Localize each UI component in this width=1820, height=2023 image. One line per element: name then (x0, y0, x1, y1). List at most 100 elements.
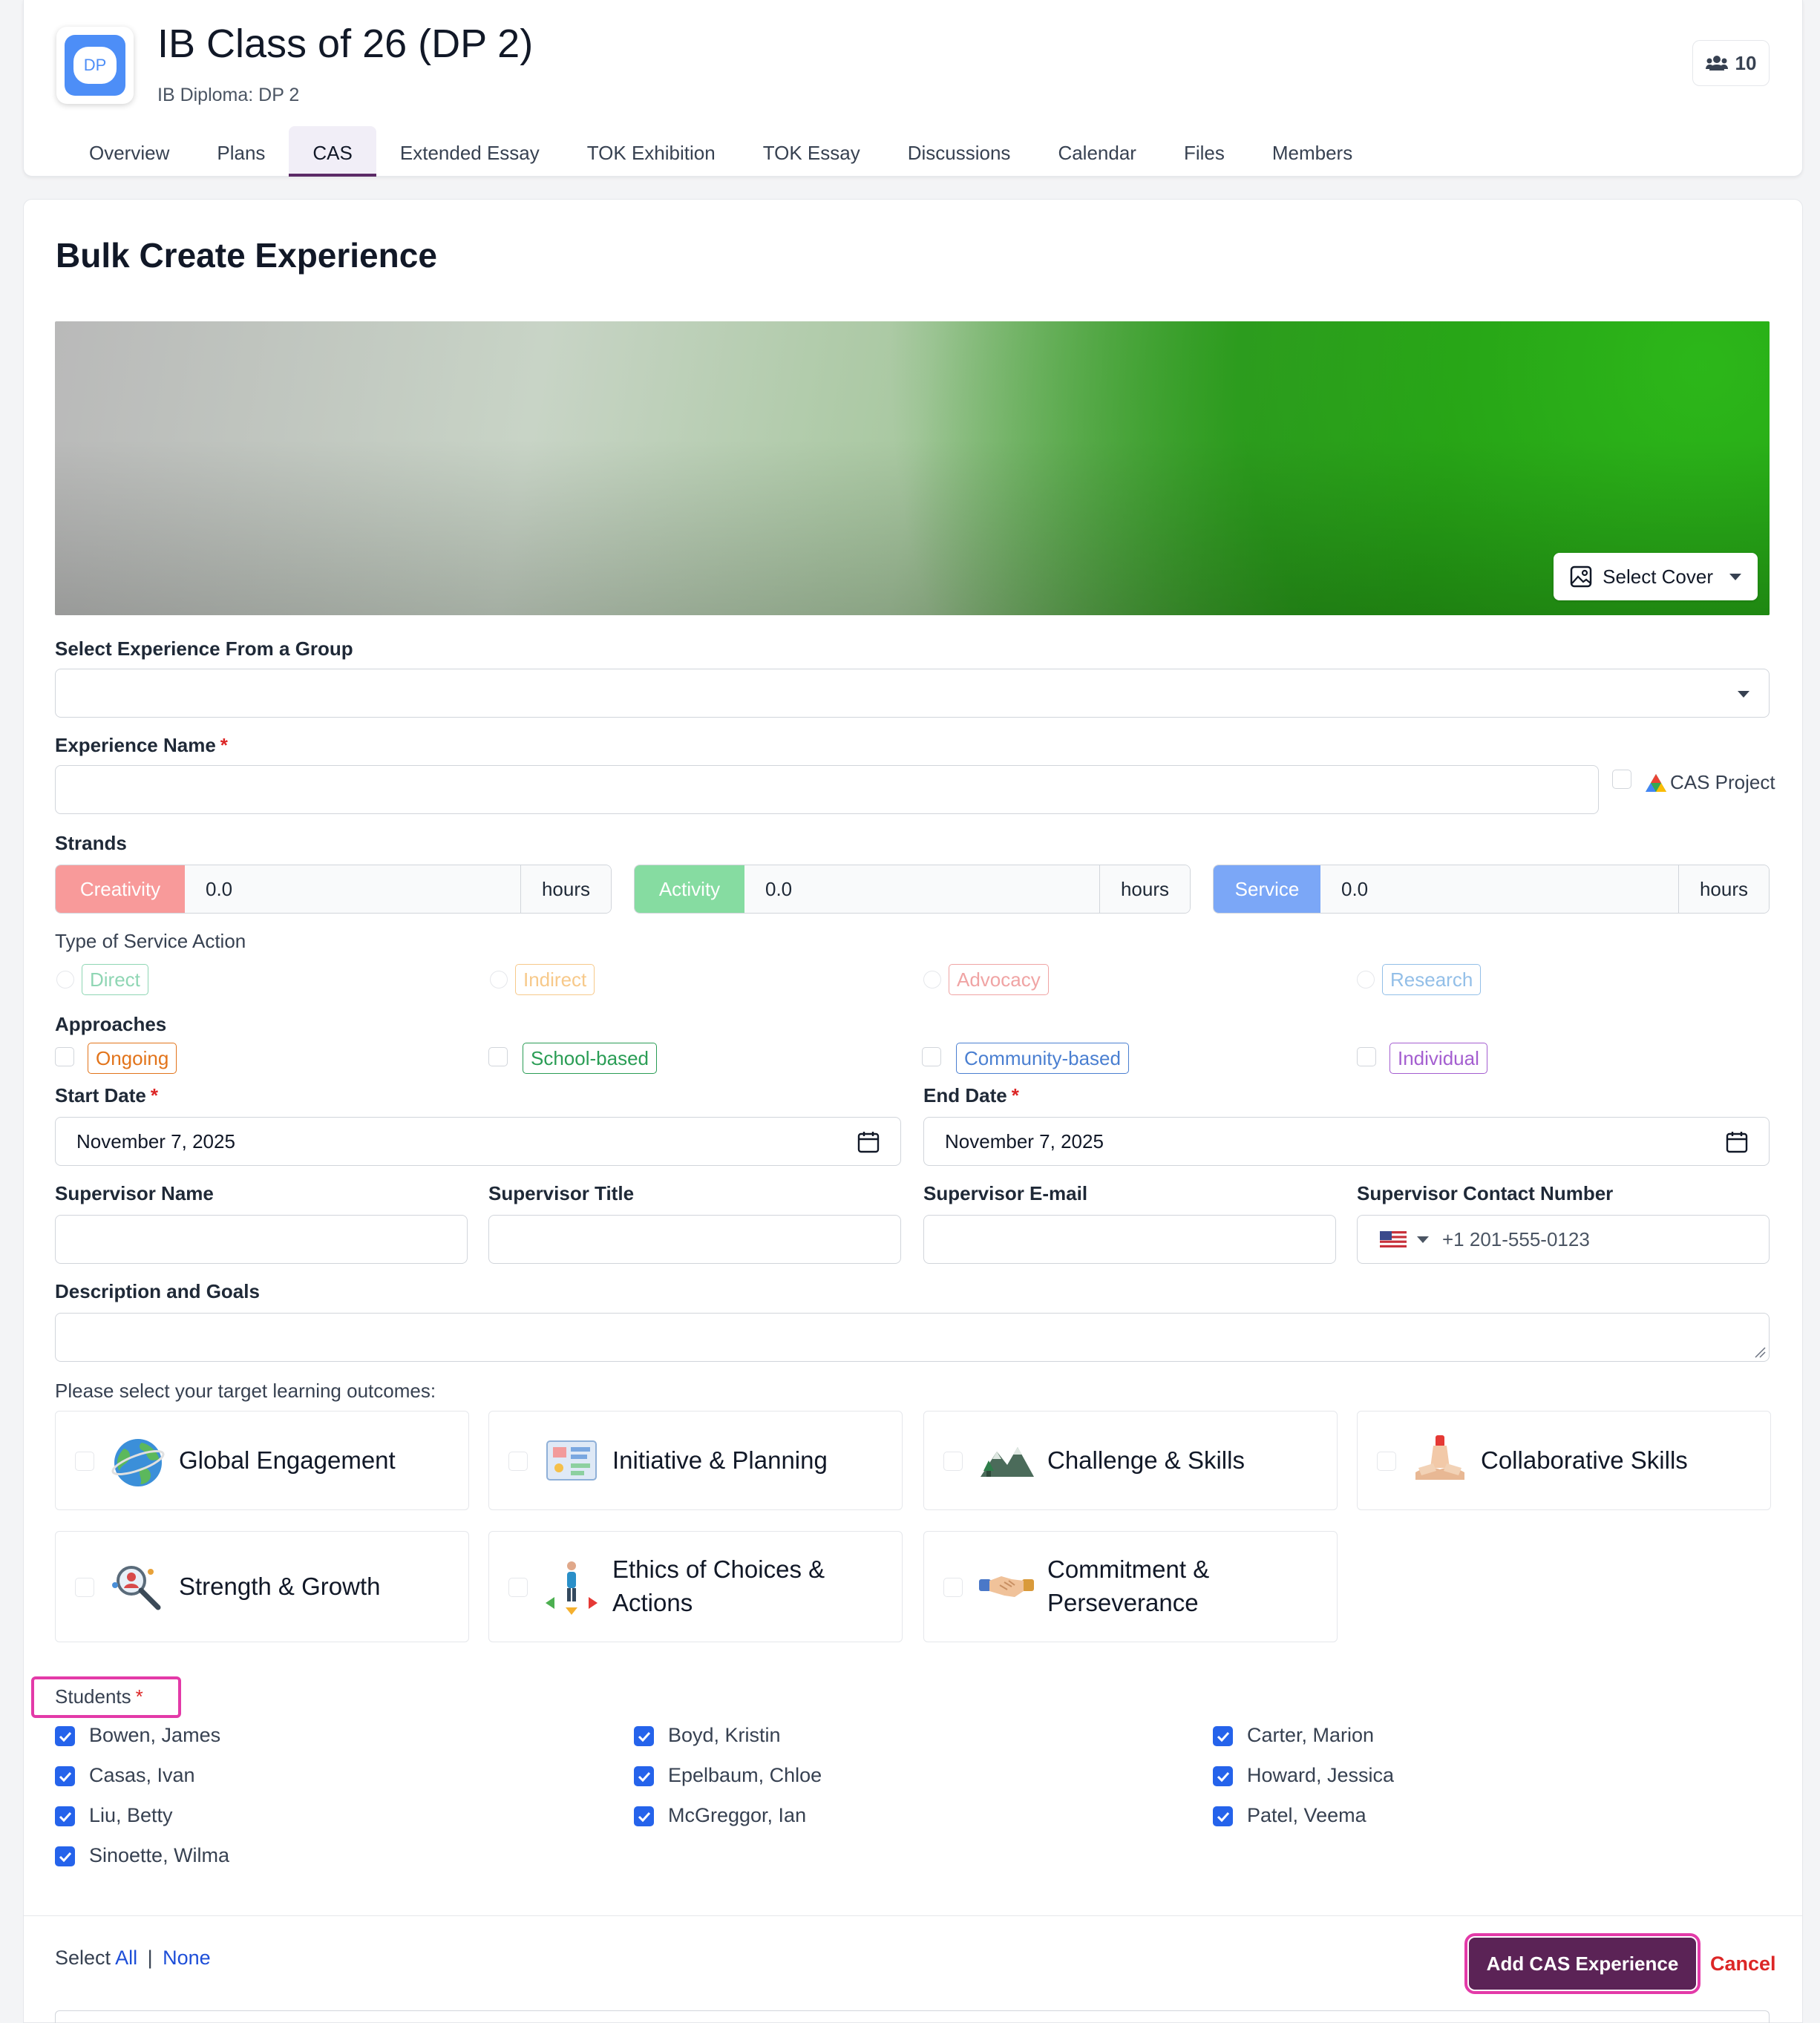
service-hours-value: 0.0 (1341, 877, 1369, 900)
student-checkbox[interactable] (634, 1766, 654, 1786)
bulk-create-form: Bulk Create Experience Select Cover Sele… (23, 199, 1803, 2023)
select-cover-button[interactable]: Select Cover (1554, 553, 1758, 600)
tab-calendar[interactable]: Calendar (1034, 126, 1160, 177)
outcome-strength-growth[interactable]: Strength & Growth (55, 1531, 469, 1642)
activity-hours-input[interactable]: 0.0 (744, 865, 1099, 913)
student-name: Carter, Marion (1247, 1724, 1375, 1746)
planning-board-icon (546, 1440, 597, 1481)
select-none-link[interactable]: None (163, 1947, 211, 1969)
students-label: Students * (55, 1685, 143, 1708)
experience-name-label: Experience Name * (55, 734, 228, 757)
outcome-checkbox[interactable] (1377, 1452, 1396, 1471)
start-date-input[interactable]: November 7, 2025 (55, 1117, 901, 1166)
service-research-radio[interactable] (1357, 971, 1375, 988)
group-select-label: Select Experience From a Group (55, 637, 353, 660)
student-checkbox[interactable] (634, 1726, 654, 1746)
us-flag-icon[interactable] (1380, 1231, 1407, 1247)
outcome-collaborative-skills[interactable]: Collaborative Skills (1357, 1411, 1771, 1510)
class-title: IB Class of 26 (DP 2) (157, 22, 534, 66)
service-advocacy-radio[interactable] (923, 971, 941, 988)
student-checkbox[interactable] (55, 1726, 75, 1746)
start-date-label: Start Date * (55, 1084, 158, 1107)
handshake-icon (979, 1576, 1034, 1597)
service-indirect-radio[interactable] (490, 971, 508, 988)
outcome-checkbox[interactable] (75, 1452, 94, 1471)
select-cover-label: Select Cover (1603, 565, 1713, 588)
student-checkbox[interactable] (55, 1846, 75, 1866)
outcome-ethics-choices[interactable]: Ethics of Choices & Actions (488, 1531, 903, 1642)
student-checkbox[interactable] (1213, 1726, 1233, 1746)
outcomes-label: Please select your target learning outco… (55, 1380, 436, 1402)
approach-community-based-label: Community-based (956, 1043, 1129, 1074)
chevron-down-icon[interactable] (1417, 1236, 1429, 1243)
supervisor-email-input[interactable] (923, 1215, 1336, 1264)
approach-school-based-label: School-based (523, 1043, 657, 1074)
outcome-challenge-skills[interactable]: Challenge & Skills (923, 1411, 1338, 1510)
select-all-link[interactable]: All (115, 1947, 137, 1969)
class-subtitle: IB Diploma: DP 2 (157, 85, 300, 105)
tab-files[interactable]: Files (1160, 126, 1248, 177)
tab-tok-essay[interactable]: TOK Essay (739, 126, 884, 177)
approach-individual-checkbox[interactable] (1357, 1047, 1376, 1066)
group-select[interactable] (55, 669, 1770, 718)
end-date-input[interactable]: November 7, 2025 (923, 1117, 1770, 1166)
next-section-edge (55, 2010, 1770, 2023)
approach-school-based-checkbox[interactable] (488, 1047, 508, 1066)
calendar-icon[interactable] (857, 1131, 880, 1153)
service-direct-radio[interactable] (56, 971, 74, 988)
student-checkbox[interactable] (55, 1806, 75, 1826)
approach-ongoing-checkbox[interactable] (55, 1047, 74, 1066)
student-checkbox[interactable] (1213, 1806, 1233, 1826)
mountain-icon (981, 1447, 1034, 1477)
tab-members[interactable]: Members (1248, 126, 1376, 177)
outcome-global-engagement[interactable]: Global Engagement (55, 1411, 469, 1510)
approach-community-based-checkbox[interactable] (922, 1047, 941, 1066)
supervisor-phone-input[interactable]: +1 201-555-0123 (1357, 1215, 1770, 1264)
members-count: 10 (1735, 51, 1757, 74)
supervisor-name-input[interactable] (55, 1215, 468, 1264)
supervisor-title-input[interactable] (488, 1215, 901, 1264)
service-hours-input[interactable]: 0.0 (1320, 865, 1678, 913)
tab-cas[interactable]: CAS (289, 126, 377, 177)
outcome-checkbox[interactable] (943, 1578, 963, 1597)
outcome-checkbox[interactable] (508, 1452, 528, 1471)
outcome-initiative-planning[interactable]: Initiative & Planning (488, 1411, 903, 1510)
activity-strand: Activity 0.0 hours (634, 865, 1191, 914)
supervisor-phone-label: Supervisor Contact Number (1357, 1182, 1614, 1204)
select-prefix: Select (55, 1947, 111, 1969)
student-checkbox[interactable] (55, 1766, 75, 1786)
outcome-checkbox[interactable] (943, 1452, 963, 1471)
logo-text: DP (73, 47, 117, 84)
experience-name-input[interactable] (55, 765, 1599, 814)
creativity-hours-input[interactable]: 0.0 (185, 865, 520, 913)
outcome-commitment-perseverance[interactable]: Commitment & Perseverance (923, 1531, 1338, 1642)
description-textarea[interactable] (55, 1313, 1770, 1362)
outcome-checkbox[interactable] (508, 1578, 528, 1597)
tab-tok-exhibition[interactable]: TOK Exhibition (563, 126, 739, 177)
add-cas-experience-button[interactable]: Add CAS Experience (1464, 1933, 1700, 1994)
tab-plans[interactable]: Plans (193, 126, 289, 177)
checkmark-icon (638, 1811, 650, 1822)
cas-project-checkbox[interactable] (1612, 770, 1631, 789)
outcome-label: Initiative & Planning (612, 1446, 828, 1474)
activity-unit: hours (1099, 865, 1190, 913)
outcome-checkbox[interactable] (75, 1578, 94, 1597)
tab-extended-essay[interactable]: Extended Essay (376, 126, 563, 177)
strands-label: Strands (55, 832, 127, 854)
tab-discussions[interactable]: Discussions (884, 126, 1035, 177)
cancel-link[interactable]: Cancel (1710, 1952, 1776, 1976)
resize-handle-icon[interactable] (1754, 1346, 1766, 1358)
tab-overview[interactable]: Overview (65, 126, 193, 177)
members-button[interactable]: 10 (1692, 40, 1770, 86)
students-label-text: Students (55, 1685, 131, 1708)
student-checkbox[interactable] (1213, 1766, 1233, 1786)
cas-project-label: CAS Project (1670, 771, 1775, 793)
class-logo: DP (56, 27, 134, 104)
checkmark-icon (638, 1731, 650, 1742)
outcome-label: Challenge & Skills (1047, 1446, 1245, 1474)
creativity-unit: hours (520, 865, 611, 913)
student-checkbox[interactable] (634, 1806, 654, 1826)
select-all-none: Select All | None (55, 1947, 211, 1970)
checkmark-icon (1217, 1731, 1229, 1742)
calendar-icon[interactable] (1726, 1131, 1748, 1153)
